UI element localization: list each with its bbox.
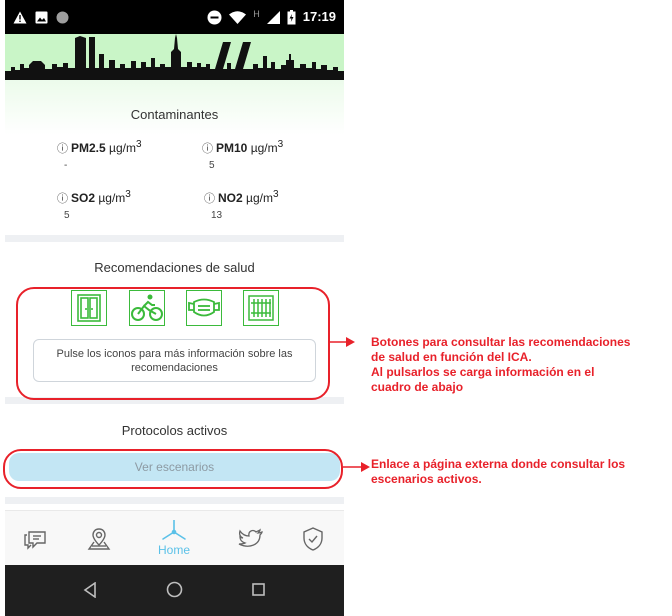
pollutant-no2: ⓘ NO2 µg/m3 13 bbox=[204, 187, 324, 222]
annotation-line: de salud en función del ICA. bbox=[371, 350, 532, 364]
annotation-arrow-scenarios bbox=[343, 462, 370, 472]
battery-icon bbox=[287, 9, 296, 24]
screenshot-root: H 17:19 Contaminantes ⓘ PM2.5 µg/m3 - ⓘ … bbox=[0, 0, 672, 616]
annotation-text-scenarios-link: Enlace a página externa donde consultar … bbox=[371, 457, 671, 487]
nav-protocols[interactable] bbox=[295, 511, 331, 566]
info-icon[interactable]: ⓘ bbox=[57, 143, 68, 155]
android-nav-bar bbox=[5, 565, 344, 616]
annotation-text-health-buttons: Botones para consultar las recomendacion… bbox=[371, 335, 671, 395]
nav-home[interactable]: Home bbox=[145, 511, 203, 566]
circle-icon bbox=[56, 11, 69, 23]
nav-twitter[interactable] bbox=[233, 511, 269, 566]
pollutant-so2: ⓘ SO2 µg/m3 5 bbox=[57, 187, 177, 222]
pollutant-pm25: ⓘ PM2.5 µg/m3 - bbox=[57, 137, 177, 172]
pollutant-pm10: ⓘ PM10 µg/m3 5 bbox=[202, 137, 322, 172]
home-circle-icon[interactable] bbox=[166, 581, 183, 598]
pollutants-title: Contaminantes bbox=[130, 107, 219, 122]
warning-icon bbox=[13, 11, 27, 23]
pollutant-name: SO2 bbox=[71, 191, 96, 205]
nav-chat[interactable] bbox=[18, 511, 54, 566]
image-icon bbox=[35, 11, 48, 23]
section-divider bbox=[5, 235, 344, 242]
clock: 17:19 bbox=[302, 9, 336, 24]
pollutant-name: PM10 bbox=[216, 141, 248, 155]
protocols-title: Protocolos activos bbox=[121, 423, 228, 438]
unit-exponent: 3 bbox=[135, 139, 142, 150]
back-icon[interactable] bbox=[83, 582, 97, 598]
pollutant-unit: µg/m bbox=[98, 191, 126, 205]
annotation-line: Enlace a página externa donde consultar … bbox=[371, 457, 626, 471]
nav-home-label: Home bbox=[157, 543, 190, 557]
recents-icon[interactable] bbox=[252, 583, 265, 596]
map-pin-icon bbox=[87, 527, 111, 550]
pollutant-value: 13 bbox=[211, 210, 223, 221]
annotation-box-scenarios-link bbox=[3, 449, 343, 489]
unit-exponent: 3 bbox=[272, 189, 279, 200]
status-bar: H 17:19 bbox=[5, 0, 344, 34]
pollutant-name: PM2.5 bbox=[71, 141, 106, 155]
annotation-arrow-health bbox=[328, 337, 355, 347]
chat-icon bbox=[24, 530, 46, 550]
annotation-line: Al pulsarlos se carga información en el bbox=[371, 365, 595, 379]
section-divider bbox=[5, 497, 344, 504]
info-icon[interactable]: ⓘ bbox=[204, 193, 215, 205]
twitter-icon bbox=[238, 527, 263, 547]
pollutant-value: 5 bbox=[209, 160, 215, 171]
info-icon[interactable]: ⓘ bbox=[57, 193, 68, 205]
health-title: Recomendaciones de salud bbox=[94, 260, 255, 275]
annotation-box-health-buttons bbox=[16, 287, 330, 400]
header-banner bbox=[5, 34, 344, 80]
wifi-icon bbox=[229, 10, 247, 24]
unit-exponent: 3 bbox=[277, 139, 284, 150]
info-icon[interactable]: ⓘ bbox=[202, 143, 213, 155]
pollutant-unit: µg/m bbox=[250, 141, 278, 155]
pollutant-unit: µg/m bbox=[109, 141, 136, 155]
pollutant-value: 5 bbox=[64, 210, 70, 221]
annotation-line: escenarios activos. bbox=[371, 472, 482, 486]
pollutant-unit: µg/m bbox=[246, 191, 273, 205]
annotation-line: cuadro de abajo bbox=[371, 380, 464, 394]
pollutants-card: Contaminantes ⓘ PM2.5 µg/m3 - ⓘ PM10 µg/m3… bbox=[5, 80, 344, 235]
pollutant-value: - bbox=[64, 160, 68, 171]
windmill-icon bbox=[162, 520, 186, 540]
shield-check-icon bbox=[303, 526, 323, 551]
do-not-disturb-icon bbox=[207, 10, 222, 24]
madrid-skyline-image bbox=[5, 34, 344, 80]
annotation-line: Botones para consultar las recomendacion… bbox=[371, 335, 631, 349]
nav-map[interactable] bbox=[81, 511, 117, 566]
unit-exponent: 3 bbox=[125, 189, 131, 200]
bottom-nav: Home bbox=[5, 510, 344, 565]
signal-icon bbox=[266, 10, 280, 24]
pollutant-name: NO2 bbox=[218, 191, 243, 205]
network-type-label: H bbox=[253, 9, 260, 19]
